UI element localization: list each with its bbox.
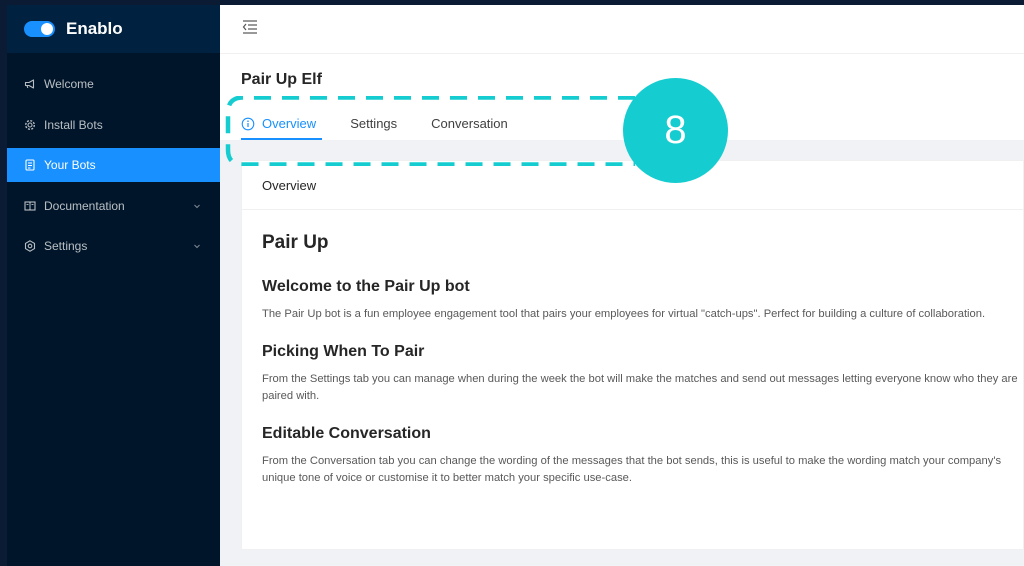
tab-label: Overview [262,116,317,131]
page-title: Pair Up Elf [241,71,322,88]
sidebar-item-label: Your Bots [44,158,96,172]
app-window: Enablo Welcome Install Bots Your Bots Do… [7,5,1024,566]
sidebar-item-install-bots[interactable]: Install Bots [7,108,220,142]
sidebar-item-documentation[interactable]: Documentation [7,189,220,223]
sidebar: Enablo Welcome Install Bots Your Bots Do… [7,5,220,566]
sidebar-item-your-bots[interactable]: Your Bots [7,148,220,182]
overview-card: Overview Pair Up Welcome to the Pair Up … [241,160,1024,550]
tab-bar: Overview Settings Conversation [241,116,542,140]
card-title: Overview [242,161,1023,210]
chevron-down-icon [191,240,203,252]
gear-icon [24,119,36,131]
section-text: From the Conversation tab you can change… [262,455,1002,484]
section-text: From the Settings tab you can manage whe… [262,373,1018,402]
settings-icon [24,240,36,252]
card-body: Pair Up Welcome to the Pair Up bot The P… [242,210,1023,487]
brand-name: Enablo [66,19,123,38]
sidebar-item-label: Settings [44,239,88,253]
page-header: Pair Up Elf Overview Settings Conversati… [220,54,1024,140]
sidebar-menu: Welcome Install Bots Your Bots Documenta… [7,67,220,263]
content-heading: Pair Up [262,232,329,253]
section-text: The Pair Up bot is a fun employee engage… [262,308,986,320]
top-header [220,5,1024,54]
menu-fold-icon[interactable] [242,19,258,35]
sidebar-item-label: Install Bots [44,117,103,132]
step-badge: 8 [623,78,728,183]
tab-label: Settings [350,116,398,131]
book-icon [24,200,36,212]
sidebar-item-label: Documentation [44,198,125,213]
brand[interactable]: Enablo [7,5,220,53]
logo-toggle-icon [24,21,55,37]
tab-label: Conversation [431,116,508,131]
section-title: Picking When To Pair [262,343,425,360]
sidebar-item-welcome[interactable]: Welcome [7,67,220,101]
chevron-down-icon [191,200,203,212]
info-icon [241,117,255,131]
section-title: Welcome to the Pair Up bot [262,278,470,295]
tab-settings[interactable]: Settings [350,116,397,139]
tab-overview[interactable]: Overview [241,116,323,140]
sidebar-item-label: Welcome [44,77,94,91]
sidebar-item-settings[interactable]: Settings [7,229,220,263]
notification-icon [24,78,36,90]
section-title: Editable Conversation [262,425,431,442]
bot-icon [24,159,36,171]
tab-conversation[interactable]: Conversation [431,116,508,139]
